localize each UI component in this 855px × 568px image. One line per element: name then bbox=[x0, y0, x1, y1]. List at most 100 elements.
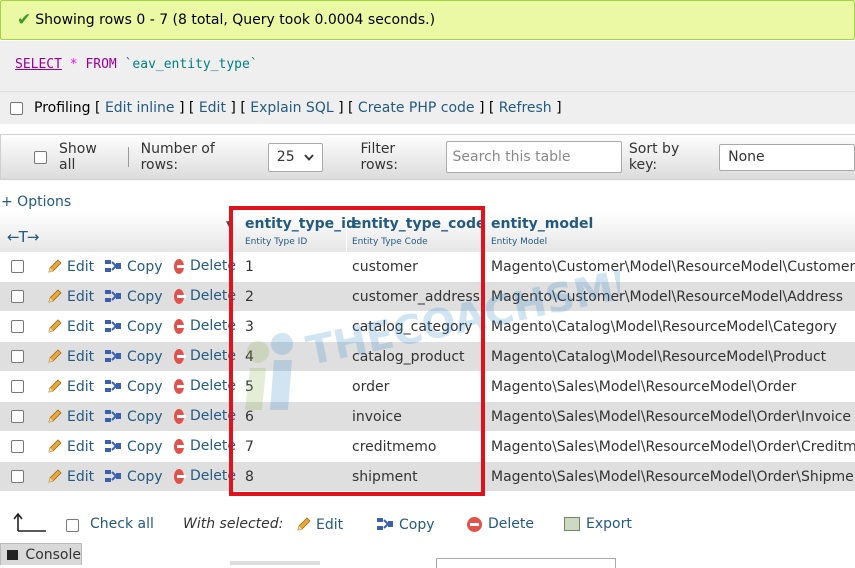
row-edit-button[interactable]: Edit bbox=[46, 378, 94, 395]
copy-icon bbox=[105, 410, 121, 422]
edit-inline-link[interactable]: Edit inline bbox=[105, 100, 175, 116]
table-row[interactable]: Edit Copy Delete 2 customer_address Magento\C… bbox=[0, 282, 855, 312]
cell-entity-type-code[interactable]: customer bbox=[352, 259, 418, 275]
pencil-icon bbox=[48, 319, 62, 333]
row-checkbox[interactable] bbox=[11, 290, 24, 303]
cell-entity-type-code[interactable]: order bbox=[352, 379, 389, 395]
row-edit-button[interactable]: Edit bbox=[46, 438, 94, 455]
row-checkbox[interactable] bbox=[11, 410, 24, 423]
sort-arrow-icon[interactable]: ▼ bbox=[226, 220, 233, 230]
check-all-link[interactable]: Check all bbox=[90, 516, 154, 532]
table-row[interactable]: Edit Copy Delete 3 catalog_category Magento\C… bbox=[0, 312, 855, 342]
row-checkbox[interactable] bbox=[11, 380, 24, 393]
sql-query-box[interactable]: SELECT * FROM `eav_entity_type` bbox=[0, 41, 855, 91]
row-delete-button[interactable]: Delete bbox=[174, 258, 236, 274]
column-comment: Entity Type Code bbox=[352, 237, 428, 247]
profiling-checkbox[interactable] bbox=[10, 101, 23, 115]
column-name[interactable]: entity_type_id bbox=[245, 216, 356, 232]
table-row[interactable]: Edit Copy Delete 4 catalog_product Magento\Ca… bbox=[0, 342, 855, 372]
show-all-checkbox[interactable] bbox=[34, 150, 47, 164]
cell-entity-type-id[interactable]: 2 bbox=[245, 289, 254, 305]
cell-entity-model[interactable]: Magento\Sales\Model\ResourceModel\Order\… bbox=[491, 439, 855, 455]
options-link[interactable]: + Options bbox=[1, 194, 71, 210]
row-checkbox[interactable] bbox=[11, 260, 24, 273]
column-name[interactable]: entity_model bbox=[491, 216, 593, 232]
bulk-edit-button[interactable]: Edit bbox=[295, 516, 343, 533]
copy-icon bbox=[105, 290, 121, 302]
row-copy-button[interactable]: Copy bbox=[104, 438, 163, 455]
edit-link[interactable]: Edit bbox=[199, 100, 226, 116]
create-php-code-link[interactable]: Create PHP code bbox=[358, 100, 475, 116]
cell-entity-type-id[interactable]: 5 bbox=[245, 379, 254, 395]
row-edit-button[interactable]: Edit bbox=[46, 348, 94, 365]
cell-entity-model[interactable]: Magento\Sales\Model\ResourceModel\Order bbox=[491, 379, 796, 395]
export-icon bbox=[564, 517, 580, 531]
table-row[interactable]: Edit Copy Delete 5 order Magento\Sales\Model\… bbox=[0, 372, 855, 402]
sql-select-keyword[interactable]: SELECT bbox=[15, 57, 62, 72]
cell-entity-type-code[interactable]: shipment bbox=[352, 469, 418, 485]
cell-entity-type-id[interactable]: 3 bbox=[245, 319, 254, 335]
bulk-delete-button[interactable]: Delete bbox=[467, 516, 534, 532]
row-edit-button[interactable]: Edit bbox=[46, 318, 94, 335]
row-checkbox[interactable] bbox=[11, 470, 24, 483]
column-name[interactable]: entity_type_code bbox=[352, 216, 486, 232]
row-delete-button[interactable]: Delete bbox=[174, 438, 236, 454]
cell-entity-model[interactable]: Magento\Customer\Model\ResourceModel\Cus… bbox=[491, 259, 855, 275]
row-copy-label: Copy bbox=[127, 438, 163, 455]
row-edit-button[interactable]: Edit bbox=[46, 408, 94, 425]
row-copy-button[interactable]: Copy bbox=[104, 348, 163, 365]
cell-entity-type-code[interactable]: catalog_product bbox=[352, 349, 465, 365]
cell-entity-model[interactable]: Magento\Catalog\Model\ResourceModel\Prod… bbox=[491, 349, 826, 365]
column-header-entity-type-id[interactable]: entity_type_id Entity Type ID bbox=[245, 216, 356, 247]
number-of-rows-select[interactable]: 25 bbox=[267, 142, 323, 172]
row-delete-button[interactable]: Delete bbox=[174, 318, 236, 334]
row-checkbox[interactable] bbox=[11, 320, 24, 333]
row-delete-button[interactable]: Delete bbox=[174, 468, 236, 484]
cell-entity-type-code[interactable]: invoice bbox=[352, 409, 402, 425]
cell-entity-model[interactable]: Magento\Sales\Model\ResourceModel\Order\… bbox=[491, 469, 855, 485]
cell-entity-type-id[interactable]: 4 bbox=[245, 349, 254, 365]
row-checkbox[interactable] bbox=[11, 440, 24, 453]
cell-entity-type-id[interactable]: 8 bbox=[245, 469, 254, 485]
row-checkbox[interactable] bbox=[11, 350, 24, 363]
explain-sql-link[interactable]: Explain SQL bbox=[250, 100, 333, 116]
bulk-export-button[interactable]: Export bbox=[564, 516, 632, 532]
cell-entity-model[interactable]: Magento\Sales\Model\ResourceModel\Order\… bbox=[491, 409, 851, 425]
bulk-copy-button[interactable]: Copy bbox=[376, 516, 435, 533]
row-delete-button[interactable]: Delete bbox=[174, 348, 236, 364]
row-copy-button[interactable]: Copy bbox=[104, 378, 163, 395]
row-copy-button[interactable]: Copy bbox=[104, 408, 163, 425]
filter-rows-input[interactable]: Search this table bbox=[445, 141, 622, 173]
cell-entity-type-code[interactable]: customer_address bbox=[352, 289, 480, 305]
table-row[interactable]: Edit Copy Delete 8 shipment Magento\Sales\Mod… bbox=[0, 462, 855, 492]
table-row[interactable]: Edit Copy Delete 7 creditmemo Magento\Sales\M… bbox=[0, 432, 855, 462]
row-copy-button[interactable]: Copy bbox=[104, 288, 163, 305]
row-edit-button[interactable]: Edit bbox=[46, 288, 94, 305]
column-header-entity-type-code[interactable]: entity_type_code Entity Type Code bbox=[352, 216, 486, 247]
cell-entity-type-id[interactable]: 7 bbox=[245, 439, 254, 455]
column-resize-icon[interactable]: ←T→ bbox=[7, 228, 39, 246]
row-delete-button[interactable]: Delete bbox=[174, 408, 236, 424]
cell-entity-type-id[interactable]: 6 bbox=[245, 409, 254, 425]
bulk-edit-label: Edit bbox=[316, 516, 344, 533]
check-all-checkbox[interactable] bbox=[66, 519, 79, 532]
row-edit-button[interactable]: Edit bbox=[46, 258, 94, 275]
row-copy-button[interactable]: Copy bbox=[104, 258, 163, 275]
row-copy-button[interactable]: Copy bbox=[104, 468, 163, 485]
table-row[interactable]: Edit Copy Delete 1 customer Magento\Customer\… bbox=[0, 252, 855, 282]
console-toggle[interactable]: Console bbox=[0, 543, 82, 565]
sort-by-key-select[interactable]: None bbox=[719, 143, 855, 171]
cell-entity-model[interactable]: Magento\Customer\Model\ResourceModel\Add… bbox=[491, 289, 843, 305]
cell-entity-type-id[interactable]: 1 bbox=[245, 259, 254, 275]
row-delete-button[interactable]: Delete bbox=[174, 378, 236, 394]
cell-entity-type-code[interactable]: catalog_category bbox=[352, 319, 473, 335]
table-row[interactable]: Edit Copy Delete 6 invoice Magento\Sales\Mode… bbox=[0, 402, 855, 432]
row-copy-button[interactable]: Copy bbox=[104, 318, 163, 335]
cell-entity-type-code[interactable]: creditmemo bbox=[352, 439, 436, 455]
refresh-link[interactable]: Refresh bbox=[499, 100, 552, 116]
cell-entity-model[interactable]: Magento\Catalog\Model\ResourceModel\Cate… bbox=[491, 319, 837, 335]
row-delete-button[interactable]: Delete bbox=[174, 288, 236, 304]
column-header-entity-model[interactable]: entity_model Entity Model bbox=[491, 216, 593, 247]
row-edit-button[interactable]: Edit bbox=[46, 468, 94, 485]
bottom-input-edge[interactable] bbox=[436, 558, 616, 568]
